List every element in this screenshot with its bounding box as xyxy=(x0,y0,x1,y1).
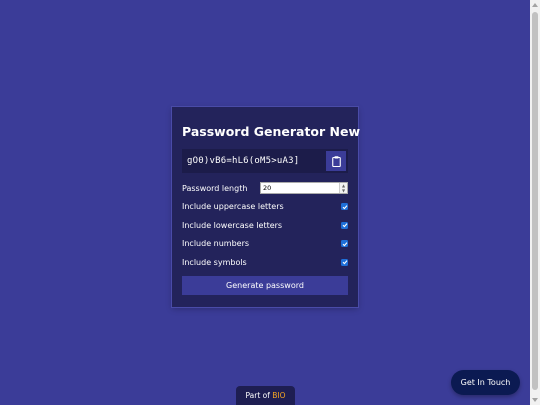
length-stepper[interactable]: ▲ ▼ xyxy=(339,183,347,194)
setting-lowercase: Include lowercase letters xyxy=(182,216,348,235)
password-generator-card: Password Generator New gO0)vB6=hL6(oM5>u… xyxy=(172,107,361,307)
password-length-value: 20 xyxy=(263,184,272,193)
lowercase-label: Include lowercase letters xyxy=(182,220,283,230)
part-of-brand: BIO xyxy=(272,391,286,400)
setting-uppercase: Include uppercase letters xyxy=(182,198,348,217)
generate-password-button[interactable]: Generate password xyxy=(182,275,348,295)
scrollbar-thumb[interactable] xyxy=(532,12,538,390)
password-length-label: Password length xyxy=(182,183,248,193)
scroll-down-icon[interactable] xyxy=(532,398,538,402)
setting-numbers: Include numbers xyxy=(182,235,348,254)
checkmark-icon xyxy=(342,241,347,247)
copy-to-clipboard-button[interactable] xyxy=(326,151,346,171)
numbers-label: Include numbers xyxy=(182,239,250,249)
setting-symbols: Include symbols xyxy=(182,253,348,272)
lowercase-checkbox[interactable] xyxy=(341,221,348,229)
symbols-label: Include symbols xyxy=(182,257,247,267)
clipboard-icon xyxy=(331,155,341,167)
symbols-checkbox[interactable] xyxy=(341,258,348,266)
uppercase-label: Include uppercase letters xyxy=(182,202,284,212)
generated-password: gO0)vB6=hL6(oM5>uA3] xyxy=(187,156,300,166)
checkmark-icon xyxy=(342,260,347,265)
get-in-touch-button[interactable]: Get In Touch xyxy=(451,370,520,395)
uppercase-checkbox[interactable] xyxy=(341,203,348,211)
setting-password-length: Password length 20 ▲ ▼ xyxy=(182,179,348,198)
settings-list: Password length 20 ▲ ▼ Include uppercase … xyxy=(182,179,348,272)
numbers-checkbox[interactable] xyxy=(341,240,348,248)
checkmark-icon xyxy=(342,204,347,210)
password-result: gO0)vB6=hL6(oM5>uA3] xyxy=(182,149,348,173)
checkmark-icon xyxy=(342,223,347,228)
password-length-input[interactable]: 20 ▲ ▼ xyxy=(260,182,348,195)
page-scrollbar[interactable] xyxy=(530,0,540,405)
scroll-up-icon[interactable] xyxy=(532,3,538,7)
part-of-badge[interactable]: Part of BIO xyxy=(236,386,295,405)
card-title: Password Generator New xyxy=(182,124,361,139)
part-of-prefix: Part of xyxy=(245,391,273,400)
